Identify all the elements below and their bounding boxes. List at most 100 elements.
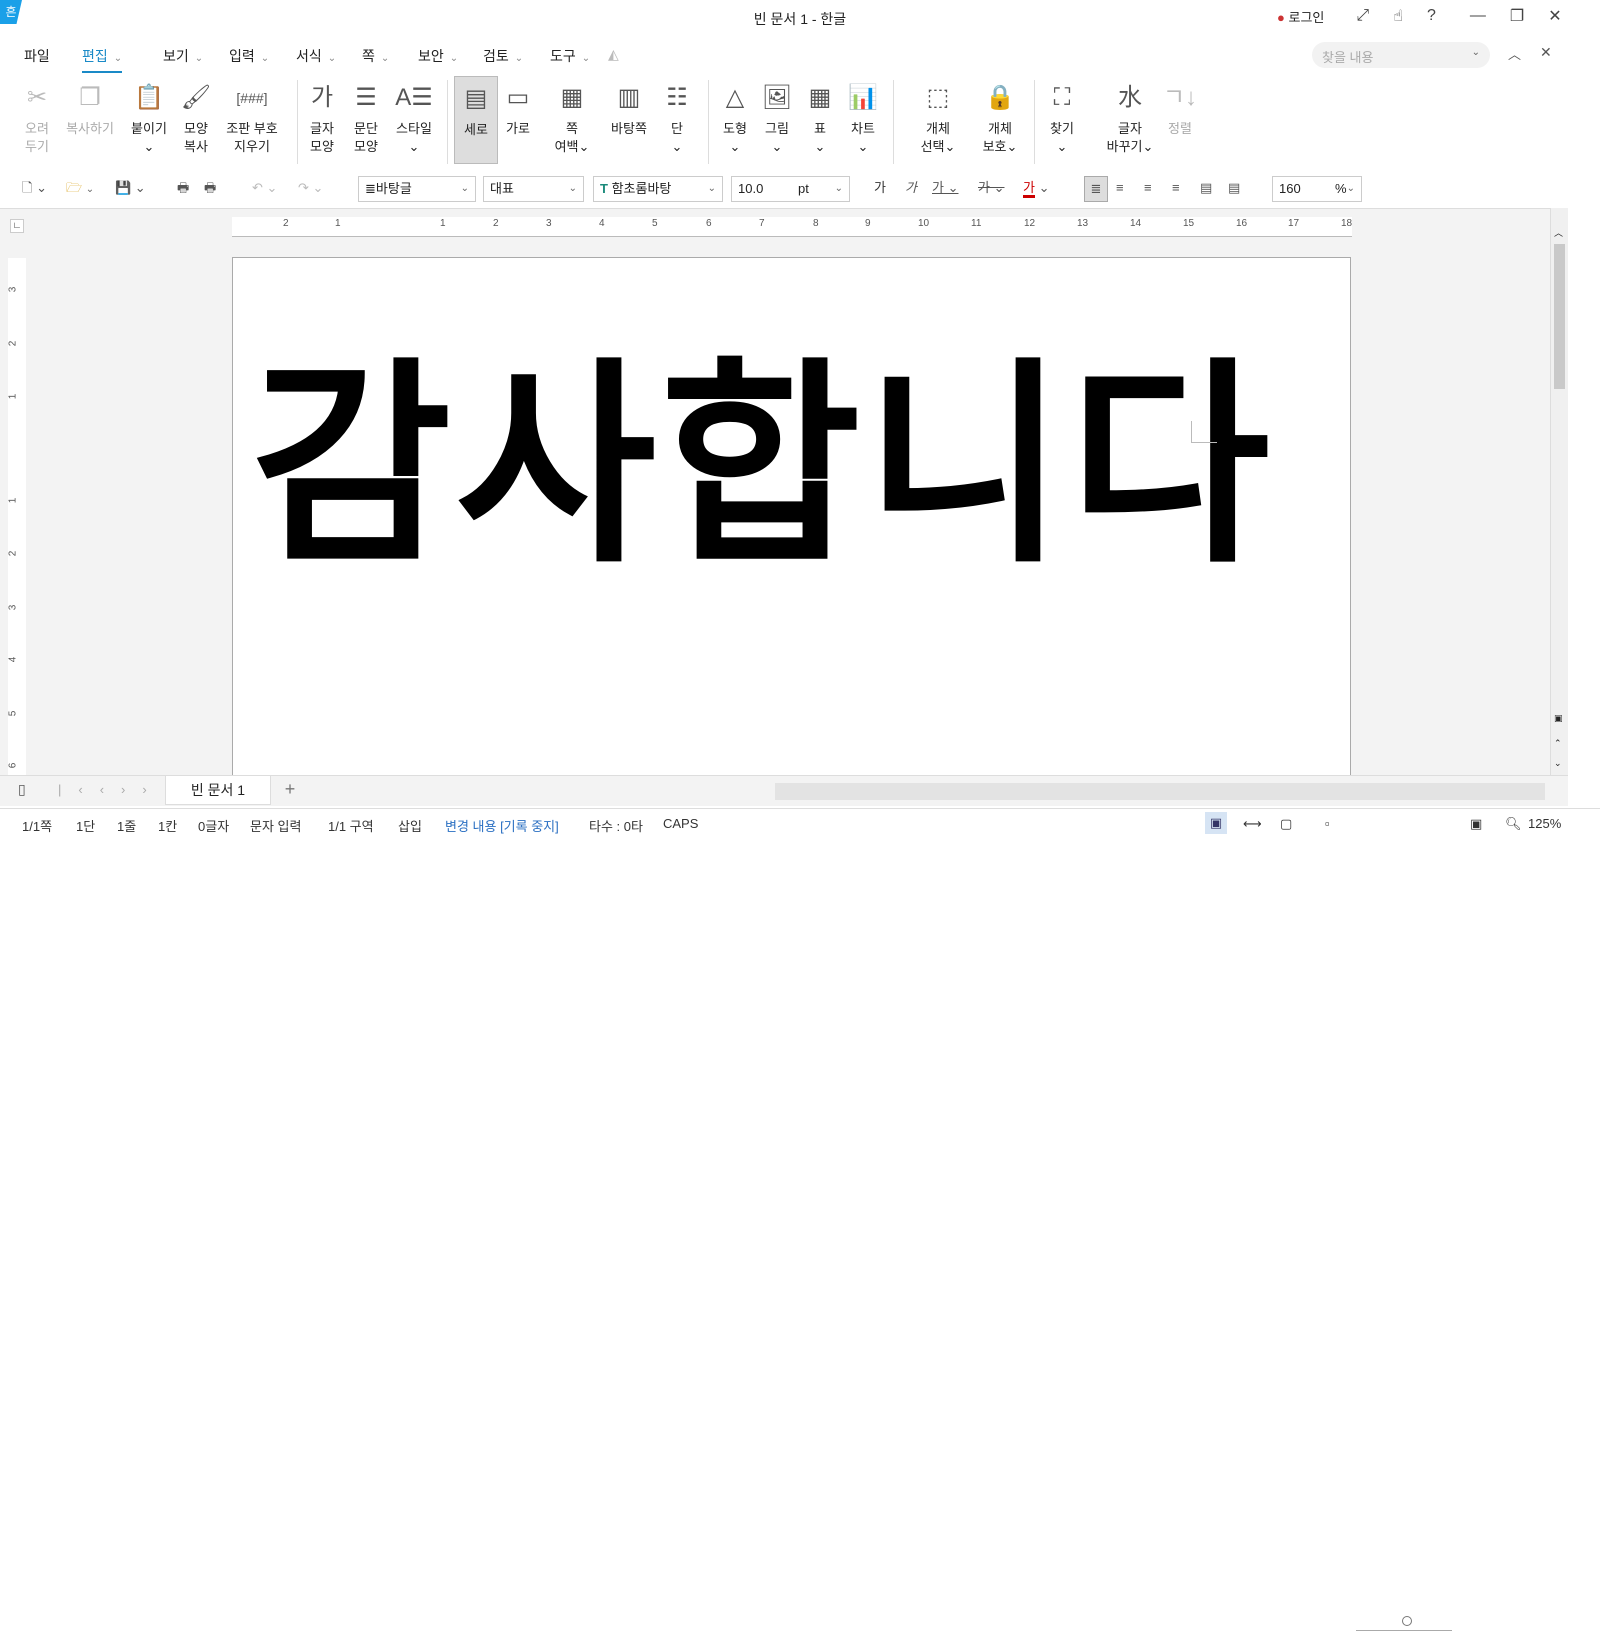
ribbon-label: 개체	[926, 121, 950, 136]
print-icon[interactable]: 🖶	[177, 176, 189, 202]
view-icon[interactable]: ▯	[18, 781, 26, 798]
divide-button[interactable]: ▤	[1228, 176, 1240, 202]
underline-button[interactable]: 가 ⌄	[932, 176, 958, 202]
zoom-slider-handle[interactable]	[1402, 1616, 1412, 1626]
menu-page[interactable]: 쪽 ⌄	[362, 46, 389, 66]
page[interactable]: 감사합니다 :)	[232, 257, 1351, 787]
search-input[interactable]: 찾을 내용 ⌄	[1312, 42, 1490, 68]
login-button[interactable]: ● 로그인	[1265, 7, 1344, 26]
menu-review[interactable]: 검토 ⌄	[483, 46, 523, 66]
fit-width-icon[interactable]: ⟷	[1243, 816, 1262, 832]
page-margin-button[interactable]: ▦ 쪽 여백⌄	[542, 76, 602, 156]
normal-view-icon[interactable]: ▣	[1205, 812, 1227, 834]
print-preview-icon[interactable]: 🖶	[204, 176, 216, 202]
bold-button[interactable]: 가	[874, 176, 886, 202]
menu-insert[interactable]: 입력 ⌄	[229, 46, 269, 66]
landscape-button[interactable]: ▭ 가로	[488, 76, 548, 138]
ruler-tick-label: 18	[1341, 218, 1353, 229]
distribute-button[interactable]: ▤	[1200, 176, 1212, 202]
restore-icon[interactable]: ❐	[1498, 6, 1536, 26]
status-line: 1줄	[117, 819, 137, 834]
zoom-icon[interactable]: 🔍︎	[1505, 816, 1522, 832]
protect-object-button[interactable]: 🔒 개체 보호⌄	[970, 76, 1030, 156]
hand-icon[interactable]: ☝	[1381, 6, 1415, 26]
tab-type-icon[interactable]: ∟	[10, 219, 24, 233]
find-button[interactable]: ⛶ 찾기 ⌄	[1032, 76, 1092, 156]
cut-button[interactable]: ✂ 오려 두기	[7, 76, 67, 156]
scroll-next-page-icon[interactable]: ⌄	[1554, 758, 1562, 769]
add-tab-button[interactable]: +	[275, 779, 305, 800]
scroll-up-icon[interactable]: ︿	[1554, 226, 1563, 239]
copy-button[interactable]: ❐ 복사하기	[60, 76, 120, 138]
select-object-button[interactable]: ⬚ 개체 선택⌄	[908, 76, 968, 156]
fit-page-icon[interactable]: ▢	[1280, 816, 1292, 832]
ribbon-label: 가로	[506, 121, 530, 136]
format-toolbar: 🗋 ⌄ 🗁 ⌄ 💾 ⌄ 🖶 🖶 ↶ ⌄ ↷ ⌄ ≣바탕글 ⌄ 대표 ⌄ T 함초롬바…	[0, 172, 1600, 206]
close-search-icon[interactable]: ✕	[1540, 44, 1552, 61]
new-doc-icon[interactable]: 🗋 ⌄	[22, 176, 47, 202]
document-tab-bar: ▯ |‹‹›› | 빈 문서 1 +	[0, 775, 1568, 806]
close-icon[interactable]: ✕	[1536, 6, 1573, 26]
format-copy-button[interactable]: 🖌 모양 복사	[166, 76, 226, 156]
align-center-button[interactable]: ≡	[1144, 176, 1152, 202]
clear-markup-button[interactable]: [###] 조판 부호 지우기	[222, 76, 282, 156]
chart-button[interactable]: 📊 차트 ⌄	[833, 76, 893, 156]
open-icon[interactable]: 🗁 ⌄	[66, 176, 94, 202]
vertical-scrollbar[interactable]: ︿ ▣ ⌃ ⌄	[1550, 208, 1568, 775]
copy-icon: ❐	[79, 84, 101, 111]
scroll-prev-page-icon[interactable]: ⌃	[1554, 738, 1562, 749]
ribbon: ✂ 오려 두기 ❐ 복사하기 📋 붙이기 ⌄ 🖌 모양 복사 [###] 조판 부호 지우기 가 글자 모양 ☰ 문…	[0, 76, 1600, 168]
menu-view[interactable]: 보기 ⌄	[163, 46, 203, 66]
document-text[interactable]: 감사합니다 :)	[251, 288, 1350, 604]
scroll-thumb[interactable]	[1554, 244, 1565, 389]
italic-button[interactable]: 가	[905, 176, 917, 202]
ribbon-label-2: 두기	[25, 139, 49, 154]
align-left-button[interactable]: ≡	[1116, 176, 1124, 202]
zoom-in-icon[interactable]: ▣	[1470, 816, 1482, 832]
font-color-button[interactable]: 가 ⌄	[1023, 176, 1049, 202]
undo-icon[interactable]: ↶ ⌄	[252, 176, 277, 202]
save-icon[interactable]: 💾 ⌄	[115, 176, 146, 202]
redo-icon[interactable]: ↷ ⌄	[298, 176, 323, 202]
zoom-out-icon[interactable]: ▫	[1325, 816, 1330, 831]
menu-file[interactable]: 파일	[24, 46, 50, 66]
align-right-button[interactable]: ≡	[1172, 176, 1180, 202]
scroll-page-icon[interactable]: ▣	[1554, 713, 1563, 724]
ribbon-label: 차트	[851, 121, 875, 136]
ruler-tick-label: 1	[440, 218, 446, 229]
status-track-changes[interactable]: 변경 내용 [기록 중지]	[445, 816, 559, 835]
minimize-icon[interactable]: —	[1448, 7, 1498, 25]
vertical-ruler[interactable]: 3 2 1 1 2 3 4 5 6	[7, 258, 26, 775]
ruler-tick-label: 15	[1183, 218, 1195, 229]
menu-tools[interactable]: 도구 ⌄	[550, 46, 590, 66]
shapes-icon[interactable]: ◭	[608, 46, 619, 63]
style-icon: A☰	[395, 84, 433, 111]
horizontal-ruler[interactable]: 2 1 1 2 3 4 5 6 7 8 9 10 11 12 13 14 15 16 17 18	[232, 217, 1352, 237]
menu-security[interactable]: 보안 ⌄	[418, 46, 458, 66]
sort-button[interactable]: ㄱ↓ 정렬	[1150, 76, 1210, 138]
language-select[interactable]: 대표 ⌄	[483, 176, 584, 202]
line-spacing-input[interactable]: 160% ⌄	[1272, 176, 1362, 202]
menu-format[interactable]: 서식 ⌄	[296, 46, 336, 66]
align-justify-button[interactable]: ≣	[1084, 176, 1108, 202]
status-insert[interactable]: 삽입	[398, 816, 422, 835]
status-zoom[interactable]: 125%	[1528, 816, 1561, 831]
search-prev-icon[interactable]: ︿	[1508, 44, 1521, 63]
strikethrough-button[interactable]: 가 ⌄	[978, 176, 1004, 202]
format-copy-icon: 🖌	[180, 84, 212, 111]
style-button[interactable]: A☰ 스타일 ⌄	[384, 76, 444, 156]
status-bar: 1/1쪽 1단 1줄 1칸 0글자 문자 입력 1/1 구역 삽입 변경 내용 …	[0, 808, 1600, 1631]
columns-button[interactable]: ☷ 단 ⌄	[647, 76, 707, 156]
tab-document[interactable]: 빈 문서 1	[165, 776, 271, 805]
menu-edit[interactable]: 편집 ⌄	[82, 46, 123, 73]
font-size-input[interactable]: 10.0 pt ⌄	[731, 176, 850, 202]
ruler-tick-label: 10	[918, 218, 930, 229]
ribbon-label-2: ⌄	[1056, 139, 1068, 154]
font-select[interactable]: T 함초롬바탕 ⌄	[593, 176, 723, 202]
style-select[interactable]: ≣바탕글 ⌄	[358, 176, 476, 202]
expand-icon[interactable]: ⤢	[1344, 7, 1381, 25]
status-page[interactable]: 1/1쪽	[22, 816, 52, 835]
horizontal-scrollbar[interactable]	[775, 783, 1545, 800]
help-icon[interactable]: ?	[1415, 7, 1448, 25]
ribbon-label-2: 바꾸기⌄	[1106, 139, 1154, 154]
